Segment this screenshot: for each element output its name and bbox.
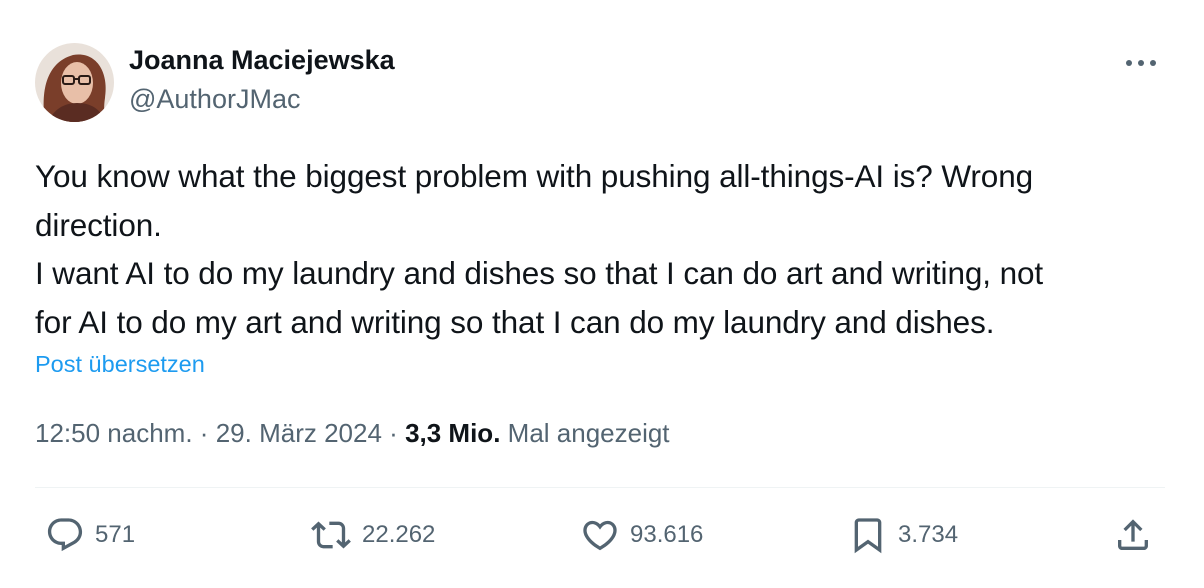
- bookmark-count: 3.734: [898, 521, 959, 548]
- meta-separator: ·: [199, 418, 209, 448]
- avatar[interactable]: [35, 43, 114, 122]
- repost-button[interactable]: 22.262: [310, 515, 435, 555]
- repost-count: 22.262: [362, 521, 436, 548]
- bookmark-button[interactable]: 3.734: [848, 515, 958, 555]
- like-count: 93.616: [630, 521, 704, 548]
- repost-icon: [311, 521, 351, 549]
- post-date[interactable]: 29. März 2024: [216, 418, 382, 448]
- reply-count: 571: [95, 521, 136, 548]
- share-icon: [1118, 519, 1148, 550]
- translate-link[interactable]: Post übersetzen: [35, 351, 205, 378]
- tweet-card: Joanna Maciejewska @AuthorJMac You know …: [0, 0, 1204, 588]
- author-handle[interactable]: @AuthorJMac: [129, 84, 300, 115]
- more-horizontal-icon: [1126, 60, 1156, 66]
- share-button[interactable]: [1113, 515, 1153, 555]
- more-button[interactable]: [1118, 46, 1164, 80]
- tweet-text-line: I want AI to do my laundry and dishes so…: [35, 255, 1044, 291]
- author-name[interactable]: Joanna Maciejewska: [129, 45, 395, 76]
- views-count: 3,3 Mio.: [405, 418, 501, 448]
- tweet-text-line: for AI to do my art and writing so that …: [35, 303, 995, 340]
- post-time[interactable]: 12:50 nachm.: [35, 418, 193, 448]
- avatar-image: [35, 43, 114, 122]
- tweet-text: You know what the biggest problem with p…: [35, 152, 1175, 346]
- meta-separator: ·: [389, 418, 398, 448]
- tweet-meta: 12:50 nachm. · 29. März 2024 · 3,3 Mio. …: [35, 418, 670, 449]
- tweet-text-line: direction.: [35, 206, 162, 243]
- bookmark-icon: [854, 518, 882, 554]
- heart-icon: [583, 520, 617, 551]
- reply-button[interactable]: 571: [45, 515, 135, 555]
- tweet-text-line: You know what the biggest problem with p…: [35, 158, 1034, 194]
- like-button[interactable]: 93.616: [580, 515, 703, 555]
- views-label: Mal angezeigt: [507, 418, 670, 448]
- reply-icon: [47, 518, 83, 552]
- divider: [35, 487, 1165, 488]
